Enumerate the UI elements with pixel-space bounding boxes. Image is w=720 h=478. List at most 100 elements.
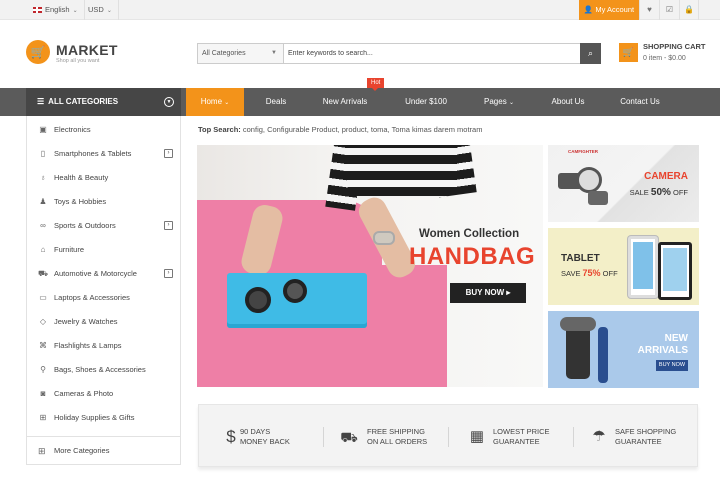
nav-contact-us[interactable]: Contact Us	[609, 88, 671, 116]
category-cameras-photo[interactable]: ◙ Cameras & Photo	[27, 382, 180, 406]
feature-line1: SAFE SHOPPING	[615, 427, 677, 436]
logo[interactable]: 🛒 MARKET Shop all you want	[26, 40, 136, 68]
bottle-icon: ♁	[40, 173, 46, 182]
feature-text: SAFE SHOPPING GUARANTEE	[615, 427, 676, 447]
tablet-image	[628, 236, 658, 298]
nav-home-label: Home	[200, 97, 223, 106]
chevron-right-icon[interactable]: ›	[164, 221, 173, 230]
tablet-banner[interactable]: TABLET SAVE 75% OFF	[548, 228, 699, 305]
toy-icon: ♟	[39, 197, 47, 206]
category-label: Laptops & Accessories	[54, 293, 130, 302]
search-category-select[interactable]: All Categories ▼	[198, 44, 284, 63]
category-label: Toys & Hobbies	[54, 197, 107, 206]
hero-watch-image	[373, 231, 395, 245]
nav-about-us-label: About Us	[551, 97, 585, 106]
my-account-button[interactable]: 👤 My Account	[579, 0, 639, 20]
chevron-right-icon[interactable]: ›	[164, 149, 173, 158]
top-search: Top Search: config, Configurable Product…	[198, 125, 482, 134]
hero-sunglasses-image	[245, 287, 271, 313]
feature-text: FREE SHIPPING ON ALL ORDERS	[367, 427, 427, 447]
chevron-down-icon: ⌄	[224, 100, 230, 106]
tablet-sale-suffix: OFF	[602, 269, 618, 278]
search-button[interactable]: ⌕	[580, 43, 601, 64]
hot-badge: Hot	[367, 78, 385, 91]
category-health-beauty[interactable]: ♁ Health & Beauty	[27, 166, 180, 190]
cart-icon[interactable]: 🛒	[619, 43, 638, 62]
category-laptops-accessories[interactable]: ▭ Laptops & Accessories	[27, 286, 180, 310]
new-arrivals-banner[interactable]: NEW ARRIVALS BUY NOW	[548, 311, 699, 388]
furniture-icon: ⌂	[40, 245, 46, 254]
logo-tagline: Shop all you want	[56, 58, 100, 64]
feature-line1: LOWEST PRICE	[493, 427, 550, 436]
nav-deals[interactable]: Deals	[253, 88, 299, 116]
top-search-terms[interactable]: config, Configurable Product, product, t…	[243, 125, 483, 134]
currency-selector[interactable]: USD ⌄	[82, 0, 119, 20]
uk-flag-icon	[33, 7, 42, 13]
lock-icon[interactable]: 🔒	[679, 0, 699, 20]
new-arrivals-title: NEW ARRIVALS	[628, 333, 688, 357]
plus-square-icon: ⊞	[38, 446, 46, 456]
tablet-banner-title: TABLET	[561, 253, 600, 264]
hero-striped-top-image	[347, 145, 457, 197]
nav-pages[interactable]: Pages ⌄	[472, 88, 526, 116]
nav-deals-label: Deals	[265, 97, 287, 106]
hero-sunglasses-image	[283, 279, 307, 303]
bag-icon: ⚲	[40, 365, 46, 374]
chevron-down-icon: ⌄	[72, 8, 78, 14]
chevron-down-icon: ⌄	[106, 8, 112, 14]
camera-brand: CAMFIGHTER	[568, 149, 598, 154]
hero-buy-now-button[interactable]: BUY NOW ▸	[450, 283, 526, 303]
category-flashlights-lamps[interactable]: ⌘ Flashlights & Lamps	[27, 334, 180, 358]
user-icon: 👤	[583, 5, 594, 14]
language-selector[interactable]: English ⌄	[27, 0, 85, 20]
car-icon: ⛟	[37, 269, 49, 278]
camera-banner[interactable]: CAMFIGHTER CAMERA SALE 50% OFF	[548, 145, 699, 222]
hero-title: HANDBAG	[409, 243, 536, 270]
hero-slider[interactable]: Women Collection HANDBAG BUY NOW ▸	[197, 145, 543, 387]
chevron-right-icon[interactable]: ›	[164, 269, 173, 278]
new-arrivals-buy-now-button[interactable]: BUY NOW	[656, 360, 688, 371]
category-holiday-supplies-gifts[interactable]: ⊞ Holiday Supplies & Gifts	[27, 406, 180, 430]
all-categories-button[interactable]: ☰ ALL CATEGORIES ▼	[26, 88, 181, 116]
checklist-icon[interactable]: ☑	[659, 0, 679, 20]
category-label: Electronics	[54, 125, 91, 134]
feature-line1: 90 DAYS	[240, 427, 271, 436]
category-smartphones-tablets[interactable]: ▯ Smartphones & Tablets ›	[27, 142, 180, 166]
category-bags-shoes-accessories[interactable]: ⚲ Bags, Shoes & Accessories	[27, 358, 180, 382]
nav-pages-label: Pages	[484, 97, 507, 106]
features-bar: $ 90 DAYS MONEY BACK ⛟ FREE SHIPPING ON AL…	[198, 404, 698, 467]
heart-icon[interactable]: ♥	[639, 0, 659, 20]
more-categories-link[interactable]: ⊞ More Categories	[27, 436, 180, 464]
category-label: Automotive & Motorcycle	[54, 269, 137, 278]
hero-subtitle: Women Collection	[419, 228, 520, 240]
umbrella-icon: ☂	[592, 428, 606, 445]
nav-new-arrivals[interactable]: New Arrivals	[312, 88, 378, 116]
category-jewelry-watches[interactable]: ◇ Jewelry & Watches	[27, 310, 180, 334]
play-icon: ▸	[506, 288, 511, 297]
monitor-icon: ▣	[39, 125, 47, 134]
feature-text: 90 DAYS MONEY BACK	[240, 427, 290, 447]
camera-banner-title: CAMERA	[644, 171, 688, 182]
category-electronics[interactable]: ▣ Electronics	[27, 118, 180, 142]
category-label: Bags, Shoes & Accessories	[54, 365, 146, 374]
category-label: Furniture	[54, 245, 85, 254]
category-sports-outdoors[interactable]: ∞ Sports & Outdoors ›	[27, 214, 180, 238]
truck-icon: ⛟	[340, 429, 358, 445]
category-automotive-motorcycle[interactable]: ⛟ Automotive & Motorcycle ›	[27, 262, 180, 286]
category-toys-hobbies[interactable]: ♟ Toys & Hobbies	[27, 190, 180, 214]
currency-label: USD	[88, 5, 104, 14]
search-input[interactable]	[288, 44, 578, 63]
nav-under-100[interactable]: Under $100	[393, 88, 459, 116]
my-account-label: My Account	[595, 5, 635, 14]
all-categories-label: ALL CATEGORIES	[48, 97, 119, 106]
dollar-icon: $	[226, 427, 236, 446]
nav-about-us[interactable]: About Us	[540, 88, 596, 116]
new-arrivals-line2: ARRIVALS	[637, 345, 688, 356]
caret-down-icon: ▼	[271, 50, 277, 56]
category-furniture[interactable]: ⌂ Furniture	[27, 238, 180, 262]
nav-home[interactable]: Home ⌄	[186, 88, 244, 116]
tablet-sale-prefix: SAVE	[561, 269, 581, 278]
cart-summary[interactable]: 0 item - $0.00	[643, 55, 686, 62]
tablet-sale-value: 75%	[582, 268, 601, 278]
cart-title[interactable]: SHOPPING CART	[643, 42, 706, 51]
